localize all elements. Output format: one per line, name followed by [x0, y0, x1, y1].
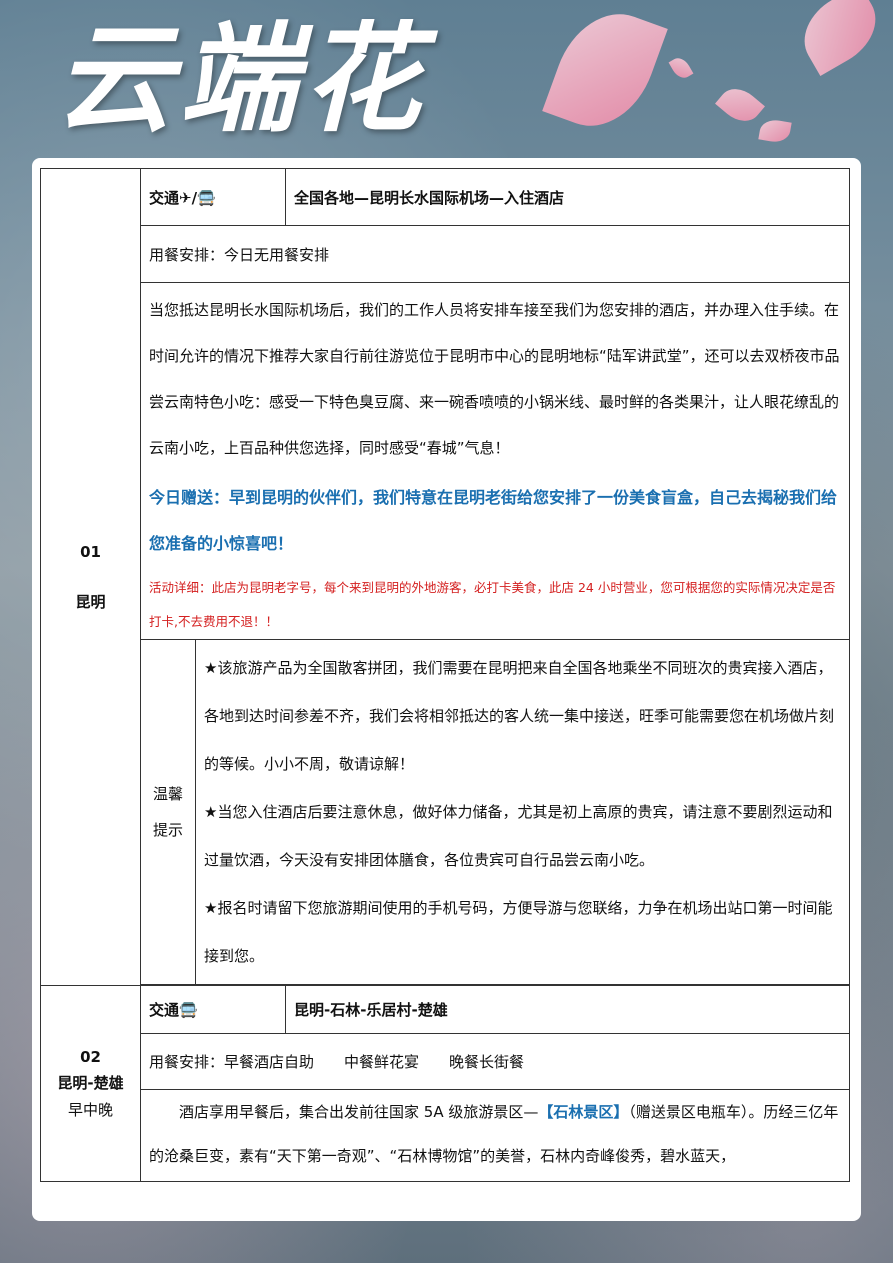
tips-label-line1: 温馨	[152, 785, 183, 803]
day-description: 酒店享用早餐后，集合出发前往国家 5A 级旅游景区—【石林景区】（赠送景区电瓶车…	[140, 1089, 850, 1182]
transport-label: 交通🚍	[139, 985, 287, 1034]
tip-item: ★报名时请留下您旅游期间使用的手机号码，方便导游与您联络，力争在机场出站口第一时…	[204, 899, 833, 965]
route-text: 全国各地—昆明长水国际机场—入住酒店	[285, 168, 850, 226]
day-number: 02	[80, 1047, 101, 1066]
itinerary-card: 01 昆明 交通✈/🚍 全国各地—昆明长水国际机场—入住酒店 用餐安排：今日无用…	[32, 158, 861, 1221]
tip-item: ★当您入住酒店后要注意休息，做好体力储备，尤其是初上高原的贵宾，请注意不要剧烈运…	[204, 803, 833, 869]
tips-label: 温馨 提示	[140, 639, 196, 985]
day-cell: 02 昆明-楚雄 早中晚	[40, 985, 141, 1182]
desc-text: 酒店享用早餐后，集合出发前往国家 5A 级旅游景区—	[149, 1103, 539, 1121]
gift-notice: 今日赠送：早到昆明的伙伴们，我们特意在昆明老街给您安排了一份美食盲盒，自己去揭秘…	[149, 488, 838, 553]
transport-label: 交通✈/🚍	[139, 168, 287, 226]
day-description: 当您抵达昆明长水国际机场后，我们的工作人员将安排车接至我们为您安排的酒店，并办理…	[149, 301, 840, 457]
page-title-art: 云端花	[55, 9, 428, 148]
itinerary-table: 01 昆明 交通✈/🚍 全国各地—昆明长水国际机场—入住酒店 用餐安排：今日无用…	[40, 168, 850, 1182]
tips-content: ★该旅游产品为全国散客拼团，我们需要在昆明把来自全国各地乘坐不同班次的贵宾接入酒…	[195, 639, 850, 985]
day-meals-short: 早中晚	[67, 1100, 113, 1119]
day-city: 昆明	[75, 592, 106, 611]
day-city: 昆明-楚雄	[57, 1073, 124, 1092]
gift-detail: 活动详细：此店为昆明老字号，每个来到昆明的外地游客，必打卡美食，此店 24 小时…	[149, 580, 836, 629]
day-cell: 01 昆明	[40, 168, 141, 986]
day-description-cell: 当您抵达昆明长水国际机场后，我们的工作人员将安排车接至我们为您安排的酒店，并办理…	[140, 282, 850, 640]
meal-plan: 用餐安排：今日无用餐安排	[140, 225, 850, 283]
tips-label-line2: 提示	[152, 821, 183, 839]
tip-item: ★该旅游产品为全国散客拼团，我们需要在昆明把来自全国各地乘坐不同班次的贵宾接入酒…	[204, 659, 835, 773]
day-number: 01	[80, 542, 101, 561]
meal-plan: 用餐安排：早餐酒店自助 中餐鲜花宴 晚餐长街餐	[140, 1033, 850, 1090]
scenic-spot-highlight: 【石林景区】	[538, 1103, 629, 1121]
route-text: 昆明-石林-乐居村-楚雄	[285, 985, 850, 1034]
